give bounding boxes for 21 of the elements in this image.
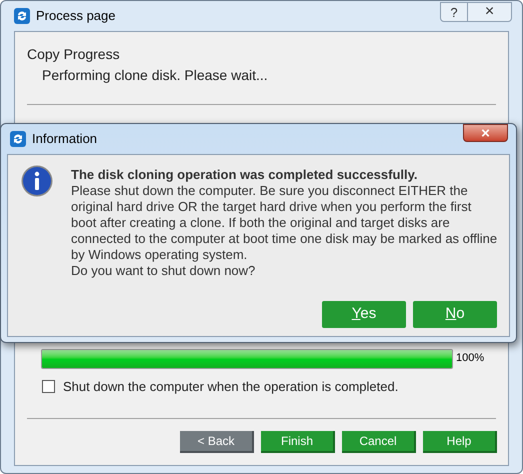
wizard-button[interactable]: Finish [261, 431, 335, 453]
dialog-message: Please shut down the computer. Be sure you disconnect EITHER the original hard drive OR the target hard drive when you perform the first boot after creating a clone. If both the original and target disks are connected to the computer at boot time one disk may be marked as offline by Windows operating system. [71, 183, 498, 263]
wizard-button[interactable]: Help [423, 431, 497, 453]
dialog-heading: The disk cloning operation was completed successfully. [71, 167, 419, 183]
close-button[interactable]: × [463, 124, 508, 142]
help-button[interactable]: ? [440, 2, 468, 22]
dialog-message: Do you want to shut down now? [71, 263, 256, 279]
close-button[interactable]: × [468, 2, 512, 22]
dialog-button[interactable]: No [413, 301, 497, 328]
checkbox[interactable] [42, 380, 55, 393]
status-text: Performing clone disk. Please wait... [42, 66, 269, 85]
checkbox-label: Shut down the computer when the operation is completed. [63, 378, 398, 396]
app-logo-icon [10, 131, 26, 147]
dialog-button[interactable]: Yes [322, 301, 406, 328]
section-title: Copy Progress [27, 45, 121, 64]
app-logo-icon [14, 8, 30, 24]
wizard-button[interactable]: Cancel [342, 431, 416, 453]
dialog-title: Information [32, 130, 98, 148]
progress-percent: 100% [456, 351, 484, 366]
window-title: Process page [36, 7, 116, 26]
info-icon [21, 165, 53, 197]
